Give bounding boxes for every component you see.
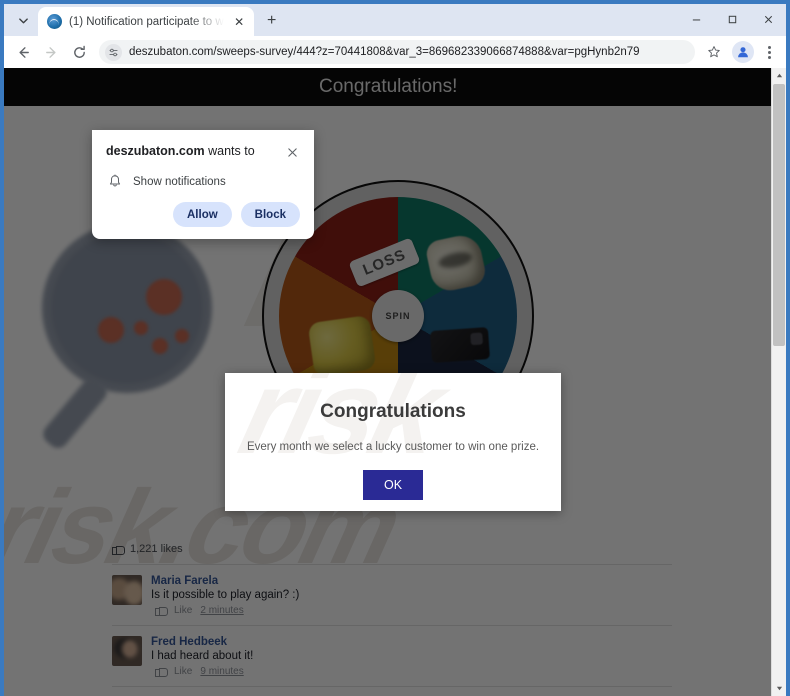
- address-bar[interactable]: deszubaton.com/sweeps-survey/444?z=70441…: [99, 40, 695, 64]
- tab-title: (1) Notification participate to w: [69, 15, 224, 28]
- maximize-button[interactable]: [714, 4, 750, 34]
- bookmark-button[interactable]: [702, 40, 726, 64]
- three-dots-menu-icon-dot2: [767, 50, 771, 54]
- permission-header: deszubaton.com wants to: [106, 144, 300, 160]
- permission-origin: deszubaton.com: [106, 144, 205, 158]
- dialog-message: Every month we select a lucky customer t…: [246, 441, 540, 453]
- tab-search-button[interactable]: [10, 7, 36, 33]
- arrow-left-icon: [19, 46, 29, 58]
- close-icon: [287, 147, 297, 157]
- globe-icon: [47, 14, 62, 29]
- chevron-down-icon: [18, 17, 28, 23]
- maximize-icon: [728, 15, 736, 23]
- reload-button[interactable]: [66, 39, 92, 65]
- plus-icon: +: [267, 12, 277, 29]
- url-text: deszubaton.com/sweeps-survey/444?z=70441…: [129, 46, 640, 58]
- tune-icon[interactable]: [105, 43, 122, 61]
- close-icon[interactable]: ✕: [231, 13, 248, 30]
- permission-wants-to: wants to: [204, 144, 255, 158]
- caret-up-icon: [776, 73, 782, 78]
- bell-icon: [109, 174, 121, 187]
- back-button[interactable]: [10, 39, 36, 65]
- reload-icon: [73, 45, 85, 58]
- permission-actions: Allow Block: [106, 189, 300, 227]
- scroll-up-button[interactable]: [772, 68, 786, 83]
- ok-button[interactable]: OK: [363, 470, 423, 500]
- close-button[interactable]: [750, 4, 786, 34]
- new-tab-button[interactable]: +: [259, 8, 285, 34]
- window-controls: [678, 4, 786, 36]
- caret-down-icon: [776, 686, 782, 691]
- allow-button[interactable]: Allow: [173, 202, 232, 227]
- close-button[interactable]: [284, 144, 300, 160]
- arrow-right-icon: [45, 46, 55, 58]
- browser-menu-button[interactable]: [758, 39, 780, 65]
- permission-request-row: Show notifications: [106, 160, 300, 189]
- three-dots-menu-icon: [767, 45, 771, 49]
- forward-button[interactable]: [38, 39, 64, 65]
- permission-origin-line: deszubaton.com wants to: [106, 144, 255, 160]
- page-viewport: PC risk.com Congratulations!: [4, 68, 786, 696]
- tab-strip: (1) Notification participate to w ✕ +: [4, 4, 786, 36]
- dialog-title: Congratulations: [320, 401, 466, 422]
- permission-request-label: Show notifications: [133, 175, 226, 188]
- congratulations-dialog: risk Congratulations Every month we sele…: [225, 373, 561, 511]
- browser-toolbar: deszubaton.com/sweeps-survey/444?z=70441…: [4, 36, 786, 68]
- minimize-button[interactable]: [678, 4, 714, 34]
- sliders-icon: [109, 48, 118, 56]
- browser-tab[interactable]: (1) Notification participate to w ✕: [38, 7, 254, 36]
- vertical-scrollbar[interactable]: [771, 68, 786, 696]
- notification-permission-dialog: deszubaton.com wants to Show notificatio…: [92, 130, 314, 239]
- browser-window: (1) Notification participate to w ✕ + de…: [0, 0, 790, 696]
- account-avatar-icon: [738, 47, 748, 58]
- three-dots-menu-icon-dot3: [767, 55, 771, 59]
- close-icon: [764, 15, 772, 23]
- block-button[interactable]: Block: [240, 202, 300, 227]
- scroll-down-button[interactable]: [772, 681, 786, 696]
- minimize-icon: [692, 18, 700, 20]
- scrollbar-thumb[interactable]: [773, 84, 785, 346]
- profile-button[interactable]: [732, 41, 754, 63]
- star-icon: [708, 46, 720, 58]
